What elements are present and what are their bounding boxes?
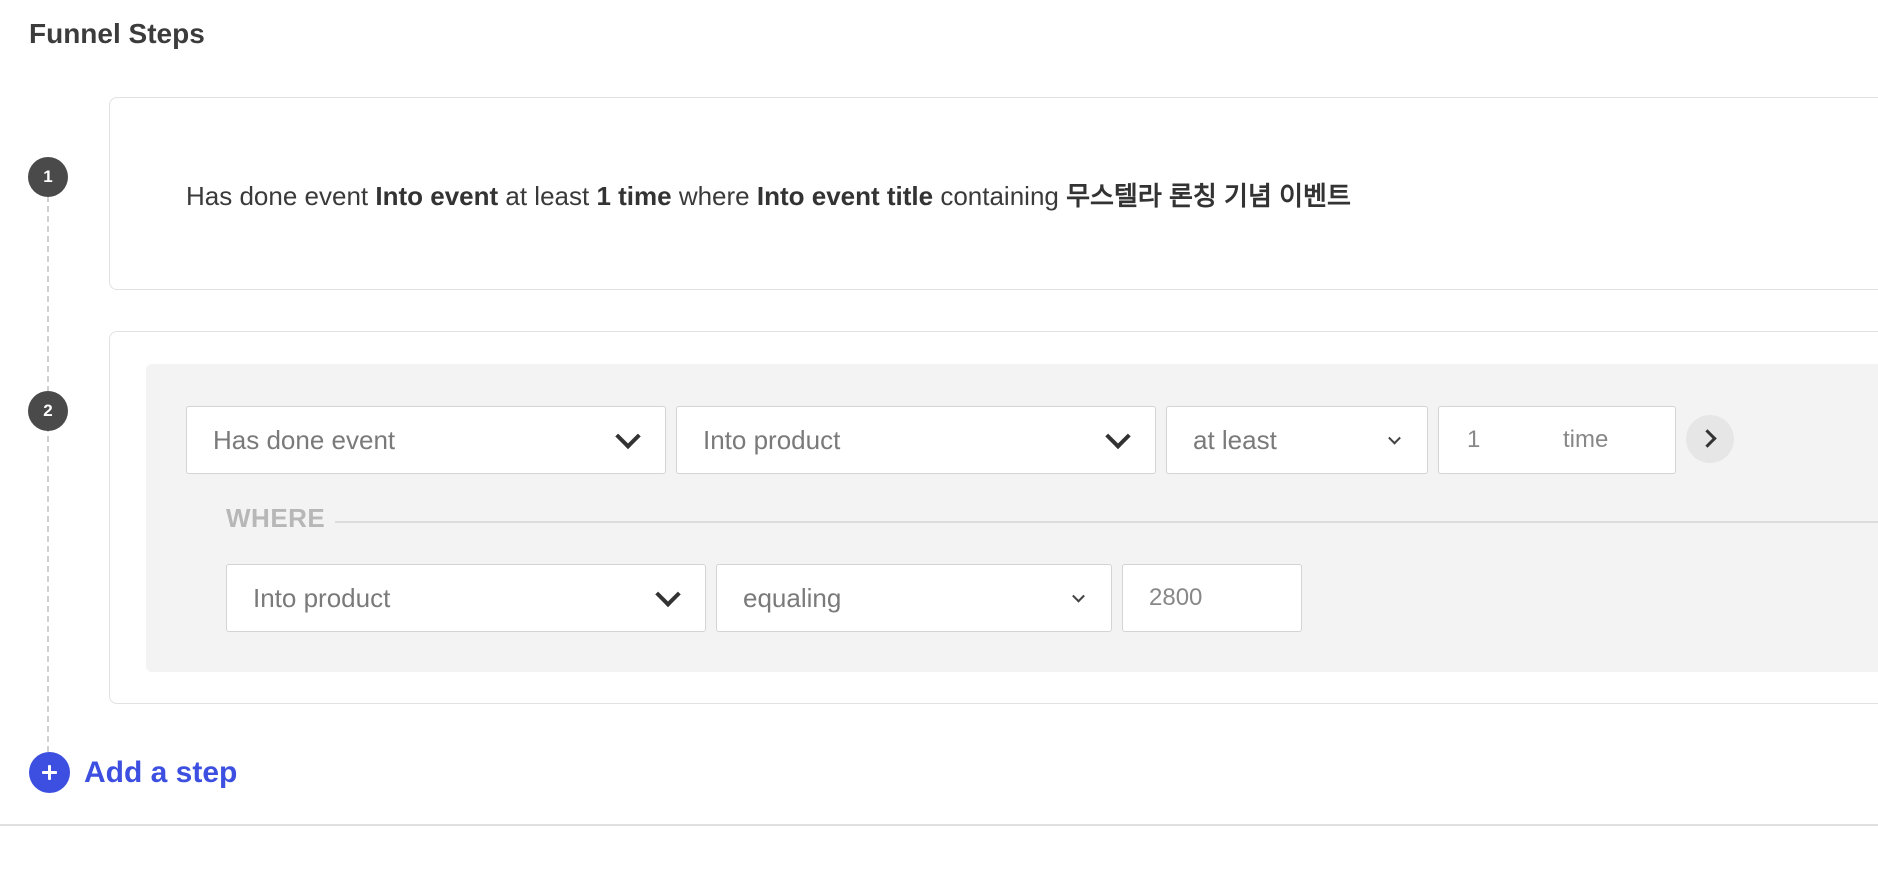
- chevron-down-icon: [1388, 431, 1401, 445]
- section-title: Funnel Steps: [29, 18, 205, 49]
- frequency-value: 1: [1467, 426, 1481, 453]
- step-badge-1: 1: [28, 157, 68, 197]
- summary-text: at least: [498, 181, 597, 211]
- where-property-select[interactable]: Into product: [226, 564, 706, 632]
- frequency-count-input[interactable]: 1 time: [1438, 406, 1676, 474]
- chevron-down-icon: [1105, 423, 1131, 450]
- where-value: 2800: [1149, 584, 1203, 611]
- select-value: Into product: [703, 424, 841, 455]
- summary-event: Into event: [375, 181, 499, 211]
- select-value: Has done event: [213, 424, 396, 455]
- add-step-button[interactable]: Add a step: [29, 752, 237, 793]
- plus-circle-icon: [29, 752, 70, 793]
- summary-count: 1 time: [596, 181, 672, 211]
- chevron-down-icon: [1072, 589, 1085, 603]
- step-badge-2: 2: [28, 391, 68, 431]
- where-operator-select[interactable]: equaling: [716, 564, 1112, 632]
- chevron-down-icon: [615, 423, 641, 450]
- summary-property: Into event title: [756, 181, 934, 211]
- chevron-down-icon: [655, 581, 681, 608]
- event-select[interactable]: Into product: [676, 406, 1156, 474]
- select-value: equaling: [743, 582, 842, 613]
- where-divider: [335, 521, 1878, 523]
- summary-text: Has done event: [186, 181, 376, 211]
- select-value: Into product: [253, 582, 391, 613]
- frequency-operator-select[interactable]: at least: [1166, 406, 1428, 474]
- chevron-right-icon[interactable]: [1686, 415, 1734, 463]
- timeline-connector: [47, 196, 49, 752]
- where-value-input[interactable]: 2800: [1122, 564, 1302, 632]
- frequency-unit: time: [1563, 426, 1609, 453]
- summary-text: where: [671, 181, 757, 211]
- step-summary: Has done event Into event at least 1 tim…: [186, 176, 1351, 213]
- select-value: at least: [1193, 424, 1277, 455]
- bottom-divider: [0, 824, 1878, 826]
- where-label: WHERE: [226, 503, 326, 533]
- summary-text: containing: [933, 181, 1067, 211]
- summary-value: 무스텔라 론칭 기념 이벤트: [1066, 181, 1351, 211]
- condition-type-select[interactable]: Has done event: [186, 406, 666, 474]
- add-step-label: Add a step: [84, 755, 238, 789]
